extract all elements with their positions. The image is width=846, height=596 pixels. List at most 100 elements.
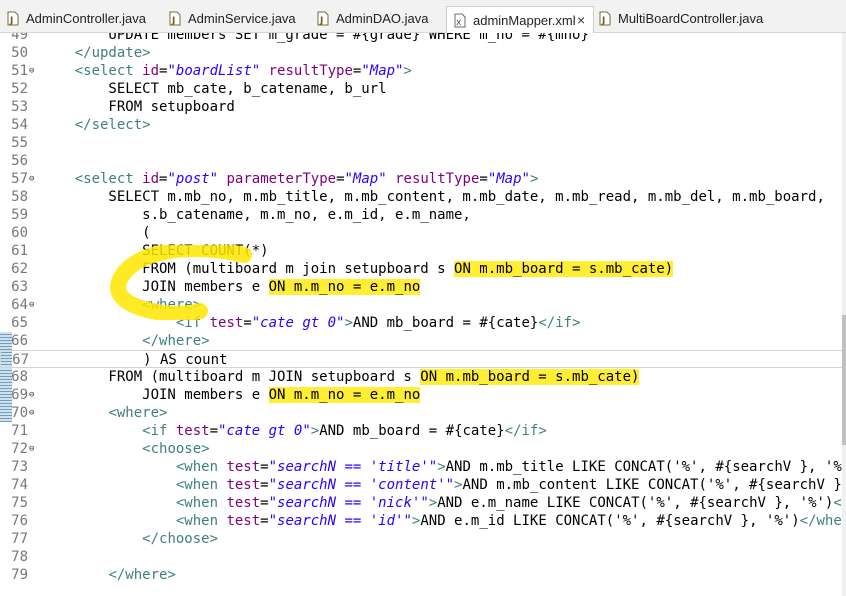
code-line[interactable]: 55 — [0, 134, 846, 152]
code-line[interactable]: 68 FROM (multiboard m JOIN setupboard s … — [0, 368, 846, 386]
tab-admincontroller[interactable]: J AdminController.java — [6, 9, 166, 29]
code-line[interactable]: 60 ( — [0, 224, 846, 242]
line-number: 76 — [11, 513, 28, 529]
code-line[interactable]: 49 UPDATE members SET m_grade = #{grade}… — [0, 33, 846, 44]
code-text: <when test="searchN == 'content'">AND m.… — [175, 477, 846, 493]
code-line[interactable]: 50 </update> — [0, 44, 846, 62]
line-number: 74 — [11, 477, 28, 493]
code-text: ( — [41, 225, 151, 241]
code-line[interactable]: 54 </select> — [0, 116, 846, 134]
java-file-icon: J — [7, 11, 19, 26]
line-number: 57 — [11, 171, 28, 187]
svg-text:J: J — [171, 16, 175, 26]
code-line[interactable]: 71 <if test="cate gt 0">AND mb_board = #… — [0, 422, 846, 440]
svg-text:x: x — [456, 18, 462, 28]
code-line[interactable]: 78 — [0, 548, 846, 566]
tab-admindao[interactable]: J AdminDAO.java — [316, 9, 442, 29]
line-number: 50 — [11, 45, 28, 61]
code-text: FROM (multiboard m JOIN setupboard s ON … — [41, 369, 640, 385]
editor-tab-bar: J AdminController.java J AdminService.ja… — [0, 0, 846, 33]
line-number: 78 — [11, 549, 28, 565]
java-file-icon: J — [317, 11, 329, 26]
line-number: 49 — [11, 33, 28, 43]
fold-toggle-icon[interactable]: ⊖ — [29, 170, 34, 188]
tab-adminmapper[interactable]: x adminMapper.xml × — [446, 6, 594, 33]
line-number: 73 — [11, 459, 28, 475]
line-number: 65 — [11, 315, 28, 331]
code-line[interactable]: 58 SELECT m.mb_no, m.mb_title, m.mb_cont… — [0, 188, 846, 206]
tab-label: MultiBoardController.java — [618, 11, 764, 26]
code-line[interactable]: 69 ⊖ JOIN members e ON m.m_no = e.m_no — [0, 386, 846, 404]
code-line[interactable]: 59 s.b_catename, m.m_no, e.m_id, e.m_nam… — [0, 206, 846, 224]
tab-label: AdminController.java — [26, 11, 146, 26]
code-text: </choose> — [142, 531, 219, 547]
line-number: 70 — [11, 405, 28, 421]
fold-toggle-icon[interactable]: ⊖ — [29, 62, 34, 80]
code-line[interactable]: 76 <when test="searchN == 'id'">AND e.m_… — [0, 512, 846, 530]
line-number: 58 — [11, 189, 28, 205]
code-text: <when test="searchN == 'nick'">AND e.m_n… — [175, 495, 846, 511]
close-icon[interactable]: × — [577, 7, 585, 34]
code-text: FROM setupboard — [41, 99, 235, 115]
code-line[interactable]: 52 SELECT mb_cate, b_catename, b_url — [0, 80, 846, 98]
code-line[interactable]: 57 ⊖ <select id="post" parameterType="Map… — [0, 170, 846, 188]
fold-toggle-icon[interactable]: ⊖ — [29, 440, 34, 458]
line-number: 54 — [11, 117, 28, 133]
line-number: 52 — [11, 81, 28, 97]
xml-file-icon: x — [454, 13, 466, 28]
code-text: JOIN members e ON m.m_no = e.m_no — [41, 387, 421, 403]
line-number: 77 — [11, 531, 28, 547]
svg-text:J: J — [9, 16, 13, 26]
line-number: 75 — [11, 495, 28, 511]
code-line[interactable]: 79 </where> — [0, 566, 846, 584]
tab-label: adminMapper.xml — [473, 13, 576, 28]
code-line[interactable]: 77 </choose> — [0, 530, 846, 548]
code-line[interactable]: 72 ⊖ <choose> — [0, 440, 846, 458]
code-line[interactable]: 56 — [0, 152, 846, 170]
svg-text:J: J — [319, 16, 323, 26]
code-text: <select id="boardList" resultType="Map"> — [74, 63, 412, 79]
line-number: 79 — [11, 567, 28, 583]
code-text: <if test="cate gt 0">AND mb_board = #{ca… — [142, 423, 547, 439]
code-line[interactable]: 75 <when test="searchN == 'nick'">AND e.… — [0, 494, 846, 512]
code-line[interactable]: 74 <when test="searchN == 'content'">AND… — [0, 476, 846, 494]
line-number: 56 — [11, 153, 28, 169]
tab-multiboardcontroller[interactable]: J MultiBoardController.java — [598, 9, 778, 29]
code-text: SELECT m.mb_no, m.mb_title, m.mb_content… — [41, 189, 825, 205]
scrollbar-thumb[interactable] — [842, 315, 846, 445]
code-text: <where> — [108, 405, 168, 421]
code-text: ) AS count — [42, 352, 228, 368]
line-number: 62 — [11, 261, 28, 277]
line-number: 53 — [11, 99, 28, 115]
code-text: </select> — [74, 117, 151, 133]
fold-toggle-icon[interactable]: ⊖ — [29, 404, 34, 422]
tab-adminservice[interactable]: J AdminService.java — [168, 9, 308, 29]
code-line[interactable]: 51 ⊖ <select id="boardList" resultType="M… — [0, 62, 846, 80]
code-text: <when test="searchN == 'title'">AND m.mb… — [175, 459, 846, 475]
code-text: SELECT mb_cate, b_catename, b_url — [41, 81, 387, 97]
fold-toggle-icon[interactable]: ⊖ — [29, 386, 34, 404]
code-text: s.b_catename, m.m_no, e.m_id, e.m_name, — [41, 207, 471, 223]
line-number: 55 — [11, 135, 28, 151]
code-text: <choose> — [142, 441, 210, 457]
code-line[interactable]: 73 <when test="searchN == 'title'">AND m… — [0, 458, 846, 476]
line-number: 63 — [11, 279, 28, 295]
line-number: 67 — [12, 352, 29, 368]
line-number: 60 — [11, 225, 28, 241]
code-text: <select id="post" parameterType="Map" re… — [74, 171, 539, 187]
fold-toggle-icon[interactable]: ⊖ — [29, 296, 34, 314]
line-number: 61 — [11, 243, 28, 259]
code-text: </where> — [142, 333, 210, 349]
line-number: 51 — [11, 63, 28, 79]
line-number: 72 — [11, 441, 28, 457]
code-text: </where> — [108, 567, 176, 583]
code-line[interactable]: 53 FROM setupboard — [0, 98, 846, 116]
code-text: <when test="searchN == 'id'">AND e.m_id … — [175, 513, 846, 529]
code-line[interactable]: 70 ⊖ <where> — [0, 404, 846, 422]
tab-label: AdminService.java — [188, 11, 296, 26]
java-file-icon: J — [169, 11, 181, 26]
code-line[interactable]: 66 </where> — [0, 332, 846, 350]
line-number: 68 — [11, 369, 28, 385]
code-line[interactable]: 67 ) AS count — [0, 350, 846, 368]
java-file-icon: J — [599, 11, 611, 26]
